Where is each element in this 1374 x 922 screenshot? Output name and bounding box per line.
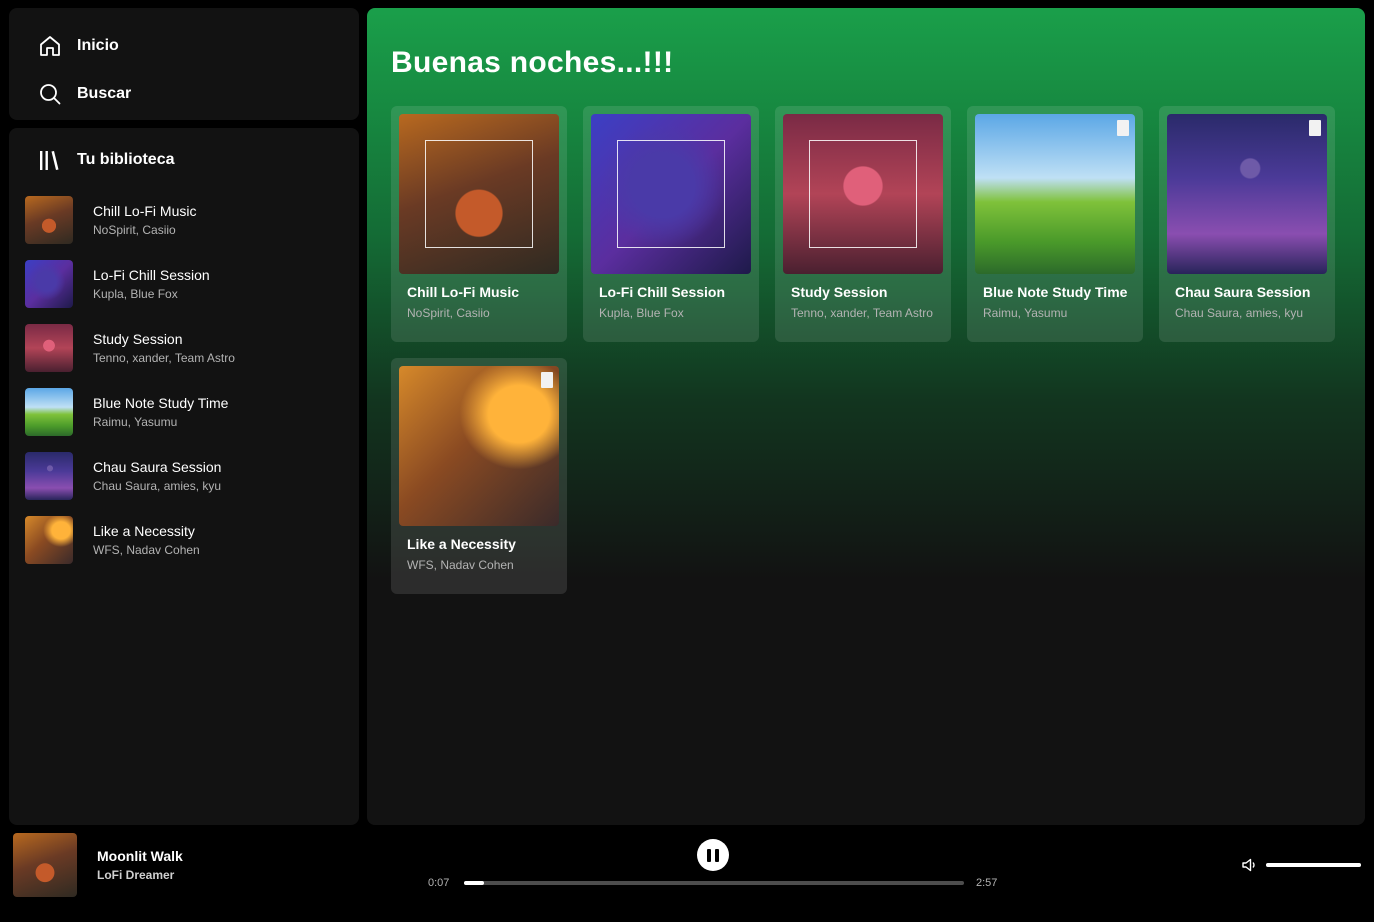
playlist-card[interactable]: Blue Note Study Time Raimu, Yasumu [967,106,1143,342]
nav-home-label: Inicio [77,37,119,54]
player-bar: Moonlit Walk LoFi Dreamer 0:07 2:57 [0,825,1374,922]
nav-search[interactable]: Buscar [37,70,331,118]
main-content: Buenas noches...!!! Chill Lo-Fi Music No… [367,8,1365,825]
search-icon [37,81,63,107]
library-item-subtitle: Raimu, Yasumu [93,415,178,429]
pause-button[interactable] [697,839,729,871]
label-badge-icon [541,372,553,388]
cover-frame [809,140,917,248]
home-icon [37,33,63,59]
now-playing-cover[interactable] [13,833,77,897]
library-item-subtitle: Tenno, xander, Team Astro [93,351,235,365]
duration-time: 2:57 [976,877,998,889]
playlist-cover [25,516,73,564]
progress-fill [464,881,484,885]
library-item-subtitle: WFS, Nadav Cohen [93,543,200,557]
card-subtitle: Kupla, Blue Fox [599,306,684,320]
card-subtitle: NoSpirit, Casiio [407,306,490,320]
library-item-title: Blue Note Study Time [93,395,229,411]
playlist-cover [591,114,751,274]
volume-icon[interactable] [1241,856,1259,874]
playlist-card[interactable]: Like a Necessity WFS, Nadav Cohen [391,358,567,594]
library-icon [37,147,63,173]
playlist-cover [399,366,559,526]
cover-frame [425,140,533,248]
playlist-card[interactable]: Study Session Tenno, xander, Team Astro [775,106,951,342]
pause-icon [707,848,711,862]
library-item[interactable]: Blue Note Study Time Raimu, Yasumu [25,380,343,444]
playlist-cover [25,324,73,372]
playlist-grid: Chill Lo-Fi Music NoSpirit, Casiio Lo-Fi… [391,106,1341,594]
library-item-title: Chill Lo-Fi Music [93,203,197,219]
library-panel: Tu biblioteca Chill Lo-Fi Music NoSpirit… [9,128,359,825]
elapsed-time: 0:07 [428,877,450,889]
library-item-title: Study Session [93,331,183,347]
playlist-cover [25,196,73,244]
progress-bar[interactable] [464,881,964,885]
playlist-cover [25,452,73,500]
library-item-subtitle: Chau Saura, amies, kyu [93,479,222,493]
volume-slider[interactable] [1266,863,1361,867]
cover-frame [617,140,725,248]
playlist-cover [25,260,73,308]
playlist-cover [783,114,943,274]
card-subtitle: WFS, Nadav Cohen [407,558,514,572]
playlist-cover [25,388,73,436]
playlist-card[interactable]: Chill Lo-Fi Music NoSpirit, Casiio [391,106,567,342]
library-item[interactable]: Study Session Tenno, xander, Team Astro [25,316,343,380]
card-title: Lo-Fi Chill Session [599,284,726,300]
nav-home[interactable]: Inicio [37,22,331,70]
card-subtitle: Raimu, Yasumu [983,306,1068,320]
library-item[interactable]: Lo-Fi Chill Session Kupla, Blue Fox [25,252,343,316]
app-root: Inicio Buscar Tu biblioteca Chill Lo-Fi … [0,0,1374,922]
card-title: Like a Necessity [407,536,516,552]
library-title: Tu biblioteca [77,151,175,168]
playlist-cover [1167,114,1327,274]
label-badge-icon [1309,120,1321,136]
now-playing-title[interactable]: Moonlit Walk [97,848,183,864]
playlist-card[interactable]: Lo-Fi Chill Session Kupla, Blue Fox [583,106,759,342]
nav-search-label: Buscar [77,85,132,102]
card-subtitle: Tenno, xander, Team Astro [791,306,933,320]
library-item[interactable]: Chau Saura Session Chau Saura, amies, ky… [25,444,343,508]
card-subtitle: Chau Saura, amies, kyu [1175,306,1304,320]
library-item-title: Chau Saura Session [93,459,222,475]
card-title: Chau Saura Session [1175,284,1311,300]
card-title: Chill Lo-Fi Music [407,284,519,300]
playlist-cover [975,114,1135,274]
library-header[interactable]: Tu biblioteca [37,144,343,176]
now-playing-artist[interactable]: LoFi Dreamer [97,868,174,882]
nav-panel: Inicio Buscar [9,8,359,120]
library-item-subtitle: Kupla, Blue Fox [93,287,178,301]
page-title: Buenas noches...!!! [391,46,674,79]
volume-fill [1266,863,1361,867]
library-item-title: Like a Necessity [93,523,195,539]
card-title: Blue Note Study Time [983,284,1128,300]
library-item-subtitle: NoSpirit, Casiio [93,223,176,237]
card-title: Study Session [791,284,888,300]
pause-icon-bar [715,848,719,862]
playlist-cover [399,114,559,274]
library-item[interactable]: Like a Necessity WFS, Nadav Cohen [25,508,343,572]
library-item[interactable]: Chill Lo-Fi Music NoSpirit, Casiio [25,188,343,252]
label-badge-icon [1117,120,1129,136]
library-item-title: Lo-Fi Chill Session [93,267,210,283]
playlist-card[interactable]: Chau Saura Session Chau Saura, amies, ky… [1159,106,1335,342]
